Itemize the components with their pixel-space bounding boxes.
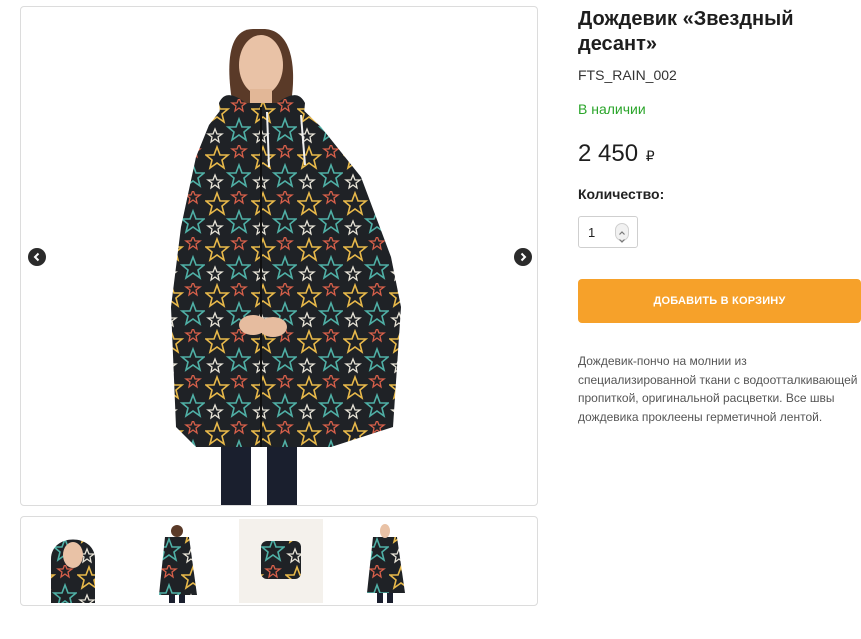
prev-image-button[interactable] — [28, 248, 46, 266]
thumbnail-strip — [20, 516, 538, 606]
currency-symbol: ₽ — [645, 148, 655, 164]
quantity-decrease-button[interactable] — [616, 232, 628, 243]
chevron-right-icon — [520, 252, 527, 262]
chevron-left-icon — [33, 252, 40, 262]
quantity-spin-buttons — [615, 223, 629, 243]
thumbnail-image — [135, 519, 219, 603]
quantity-label: Количество: — [578, 186, 665, 202]
add-to-cart-button[interactable]: Добавить в корзину — [578, 279, 861, 323]
quantity-input[interactable] — [579, 217, 617, 247]
next-image-button[interactable] — [514, 248, 532, 266]
thumbnail-front-hood[interactable] — [31, 519, 115, 603]
stock-status: В наличии — [578, 101, 646, 117]
product-photo — [171, 29, 401, 505]
thumbnail-front-full[interactable] — [343, 519, 427, 603]
product-price: 2 450 ₽ — [578, 140, 655, 168]
product-sku: FTS_RAIN_002 — [578, 67, 677, 83]
quantity-increase-button[interactable] — [616, 224, 628, 235]
thumbnail-folded-pouch[interactable] — [239, 519, 323, 603]
quantity-stepper — [578, 216, 638, 248]
chevron-down-icon — [619, 239, 625, 243]
main-product-image — [20, 6, 538, 506]
thumbnail-back[interactable] — [135, 519, 219, 603]
thumbnail-image — [31, 519, 115, 603]
thumbnail-image — [239, 519, 323, 603]
thumbnail-image — [343, 519, 427, 603]
price-value: 2 450 — [578, 140, 639, 167]
product-title: Дождевик «Звездный десант» — [578, 8, 794, 55]
product-description: Дождевик-пончо на молнии из специализиро… — [578, 354, 858, 424]
